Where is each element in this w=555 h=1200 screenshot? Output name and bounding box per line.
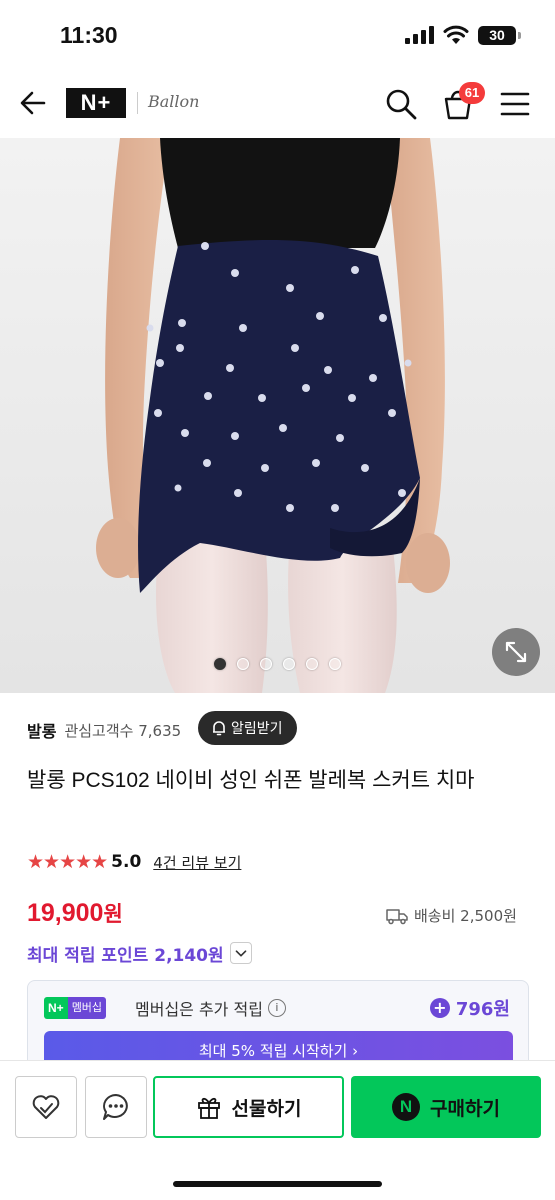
review-link[interactable]: 4건 리뷰 보기	[153, 852, 241, 873]
heart-check-icon	[32, 1095, 60, 1119]
status-time: 11:30	[60, 22, 118, 48]
seller-name[interactable]: 발롱	[27, 718, 56, 742]
chevron-down-icon[interactable]	[229, 942, 252, 964]
brand-logo[interactable]: Ballon	[148, 92, 199, 111]
search-icon[interactable]	[384, 87, 418, 121]
gift-button[interactable]: 선물하기	[153, 1076, 344, 1138]
buy-button-label: 구매하기	[430, 1097, 500, 1120]
membership-points: + 796원	[429, 995, 510, 1021]
battery-tip	[518, 32, 521, 39]
home-indicator	[173, 1181, 382, 1187]
chat-bubble-icon	[103, 1094, 128, 1120]
chat-button[interactable]	[85, 1076, 147, 1138]
price-value: 19,900	[27, 899, 104, 927]
cart-count-badge: 61	[459, 82, 485, 104]
plus-icon: +	[429, 998, 450, 1018]
status-bar: 11:30 30	[0, 0, 555, 70]
carousel-dot[interactable]	[214, 658, 226, 670]
expand-icon[interactable]	[492, 628, 540, 676]
info-icon[interactable]: i	[267, 999, 286, 1017]
battery-icon: 30	[478, 26, 516, 45]
app-header: N+ Ballon 61	[0, 70, 555, 138]
naver-membership-badge: N+ 멤버십	[44, 997, 107, 1019]
carousel-dot[interactable]	[283, 658, 295, 670]
membership-text: 멤버십은 추가 적립 i	[135, 996, 286, 1020]
bell-plus-icon	[213, 721, 225, 736]
badge-np: N+	[44, 997, 68, 1019]
gift-icon	[197, 1097, 220, 1119]
carousel-dot[interactable]	[237, 658, 249, 670]
carousel-dot[interactable]	[260, 658, 272, 670]
product-photo	[0, 138, 555, 693]
membership-label: 멤버십은 추가 적립	[135, 1000, 263, 1019]
gift-button-label: 선물하기	[231, 1097, 302, 1120]
wifi-icon	[443, 25, 469, 44]
price-unit: 원	[103, 903, 123, 926]
like-button[interactable]	[15, 1076, 77, 1138]
followers-count: 관심고객수 7,635	[64, 721, 182, 740]
notify-button-label: 알림받기	[231, 721, 283, 737]
product-price: 19,900원	[27, 898, 123, 928]
shipping-fee: 배송비 2,500원	[414, 907, 517, 925]
carousel-dot[interactable]	[329, 658, 341, 670]
max-points[interactable]: 최대 적립 포인트 2,140원	[27, 940, 252, 966]
rating-stars: ★★★★★	[27, 851, 108, 873]
back-arrow-icon[interactable]	[18, 88, 48, 118]
badge-member: 멤버십	[67, 997, 107, 1019]
naver-plus-logo[interactable]: N+	[66, 88, 126, 118]
product-title: 발롱 PCS102 네이비 성인 쉬폰 발레복 스커트 치마	[27, 769, 475, 792]
bottom-action-bar: 선물하기 N 구매하기	[0, 1060, 555, 1200]
notify-button[interactable]: 알림받기	[198, 711, 297, 745]
rating-row: ★★★★★ 5.0 4건 리뷰 보기	[27, 850, 241, 874]
buy-button[interactable]: N 구매하기	[351, 1076, 541, 1138]
header-divider	[137, 92, 138, 114]
hamburger-menu-icon[interactable]	[499, 90, 531, 118]
product-image-carousel[interactable]	[0, 138, 555, 693]
max-points-label: 최대 적립 포인트 2,140원	[27, 945, 224, 966]
membership-points-value: 796원	[455, 999, 510, 1020]
carousel-dot[interactable]	[306, 658, 318, 670]
carousel-indicator[interactable]	[214, 658, 341, 670]
naver-pay-icon: N	[392, 1093, 421, 1121]
cellular-signal-icon	[405, 26, 434, 44]
seller-info: 발롱 관심고객수 7,635	[27, 715, 181, 745]
rating-score: 5.0	[111, 852, 142, 872]
truck-icon	[386, 908, 408, 924]
shipping-info: 배송비 2,500원	[386, 905, 517, 926]
